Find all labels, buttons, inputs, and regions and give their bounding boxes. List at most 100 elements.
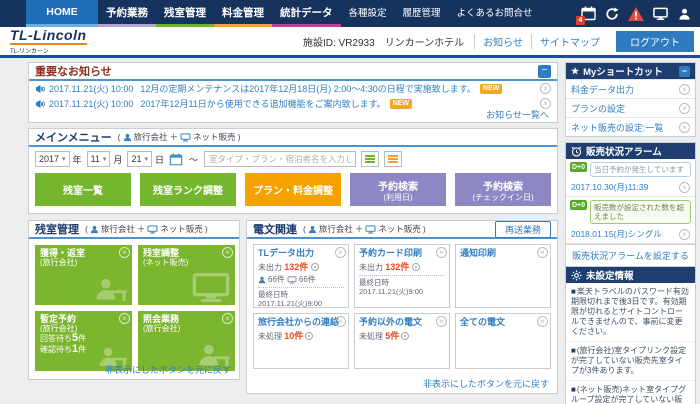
hide-toggle-icon[interactable]: ×: [436, 316, 447, 327]
hide-toggle-icon[interactable]: ×: [537, 247, 548, 258]
card-title-link[interactable]: 予約以外の電文: [359, 317, 445, 328]
net-monitor-icon: [180, 133, 191, 142]
app-logo[interactable]: TL-Lincoln TL-リンカーン: [10, 28, 87, 55]
hide-toggle-icon[interactable]: ×: [679, 84, 690, 95]
hide-toggle-icon[interactable]: ×: [335, 247, 346, 258]
warning-icon[interactable]: [628, 6, 644, 22]
agency-person-icon: [90, 225, 99, 234]
notice-link-text[interactable]: 12月の定期メンテナンスは2017年12月18日(月) 2:00～4:30の日程…: [140, 82, 476, 95]
user-icon[interactable]: [676, 6, 692, 22]
detail-list-icon: [388, 155, 398, 163]
restore-hidden-buttons-link[interactable]: 非表示にしたボタンを元に戻す: [423, 377, 549, 390]
hide-toggle-icon[interactable]: ×: [222, 313, 233, 324]
reservation-search-usage-button[interactable]: 予約検索(利用日): [350, 173, 446, 206]
hide-toggle-icon[interactable]: ×: [436, 247, 447, 258]
gear-icon[interactable]: [412, 263, 420, 271]
collapse-button[interactable]: −: [538, 65, 551, 78]
nav-item-faq[interactable]: よくあるお問合せ: [449, 0, 541, 27]
nav-item-history[interactable]: 履歴管理: [395, 0, 449, 27]
card-title-link[interactable]: 予約カード印刷: [359, 248, 445, 259]
day-select[interactable]: 21▾: [127, 151, 152, 167]
hide-toggle-icon[interactable]: ×: [119, 247, 130, 258]
monitor-icon[interactable]: [652, 6, 668, 22]
gear-icon[interactable]: [401, 332, 409, 340]
unset-info-item: ■(旅行会社)室タイプリンク設定が完了していない販売先室タイプが3件あります。: [566, 341, 695, 380]
alarm-setup-link[interactable]: 販売状況アラームを設定する: [566, 245, 695, 266]
hide-toggle-icon[interactable]: ×: [119, 313, 130, 324]
logo-bar: TL-Lincoln TL-リンカーン 施設ID: VR2933 リンカーンホテ…: [0, 27, 700, 58]
day-label: 日: [155, 153, 164, 166]
chevron-down-icon: ▾: [144, 155, 148, 163]
room-stock-list-button[interactable]: 残室一覧: [35, 173, 131, 206]
hide-toggle-icon[interactable]: ×: [335, 316, 346, 327]
date-range-separator: ～: [189, 153, 198, 166]
year-select[interactable]: 2017▾: [35, 151, 70, 167]
room-mgmt-header: 残室管理 ( 旅行会社＋ ネット販売 ): [29, 221, 239, 239]
search-input[interactable]: [204, 151, 356, 167]
calendar-icon[interactable]: 4: [580, 6, 596, 22]
alarm-title: 販売状況アラーム: [586, 144, 662, 158]
room-mgmt-panel: 残室管理 ( 旅行会社＋ ネット販売 ) 獲得・返室 (旅行会社) × 残室調整…: [28, 220, 240, 380]
person-desk-icon: [90, 277, 128, 303]
nav-item-settings[interactable]: 各種設定: [341, 0, 395, 27]
refresh-icon[interactable]: [604, 6, 620, 22]
calendar-picker-icon[interactable]: [169, 153, 183, 166]
hide-toggle-icon[interactable]: ×: [679, 103, 690, 114]
alarm-message: 当日予約が発生しています: [590, 162, 691, 177]
notice-row: 2017.11.21(火) 10:00 2017年12月11日から使用できる追加…: [29, 96, 557, 111]
logo-subtext: TL-リンカーン: [10, 46, 87, 55]
plan-rate-adjust-button[interactable]: プラン・料金調整: [245, 173, 341, 206]
hide-toggle-icon[interactable]: ×: [540, 83, 551, 94]
resend-button[interactable]: 再送業務: [495, 221, 551, 238]
calendar-badge: 4: [576, 16, 585, 25]
card-reservation-card-print: 予約カード印刷 未出力 132件 最終日時 2017.11.21(火)9:00 …: [354, 244, 450, 308]
gear-icon[interactable]: [305, 332, 313, 340]
alarm-date-link[interactable]: 2017.10.30(月)11:39 ×: [566, 179, 695, 197]
alarm-setup-box: 販売状況アラームを設定する: [565, 244, 696, 267]
nav-item-rate-mgmt[interactable]: 料金管理: [214, 0, 272, 27]
list-view-button[interactable]: [361, 151, 379, 167]
nav-item-room-mgmt[interactable]: 残室管理: [156, 0, 214, 27]
scope-label: ( 旅行会社＋ ネット販売 ): [303, 223, 426, 235]
main-menu-title: メインメニュー: [35, 129, 112, 145]
card-title-link[interactable]: 全ての電文: [460, 317, 546, 328]
hide-toggle-icon[interactable]: ×: [679, 229, 690, 240]
card-title-link[interactable]: TLデータ出力: [258, 248, 344, 259]
restore-hidden-buttons-link[interactable]: 非表示にしたボタンを元に戻す: [105, 363, 231, 376]
hide-toggle-icon[interactable]: ×: [679, 182, 690, 193]
alarm-date-link[interactable]: 2018.01.15(月)シングル ×: [566, 226, 695, 244]
net-monitor-icon: [287, 276, 297, 284]
unset-info-title: 未設定情報: [586, 268, 634, 282]
nav-item-reservation[interactable]: 予約業務: [98, 0, 156, 27]
notice-link-text[interactable]: 2017年12月11日から使用できる追加機能をご案内致します。: [140, 97, 385, 110]
gear-icon[interactable]: [311, 263, 319, 271]
hide-toggle-icon[interactable]: ×: [679, 122, 690, 133]
hide-toggle-icon[interactable]: ×: [537, 316, 548, 327]
notice-link[interactable]: お知らせ: [474, 34, 531, 49]
shortcut-net-sales-settings[interactable]: ネット販売の設定:一覧 ×: [566, 117, 695, 136]
shortcuts-header: ★ Myショートカット −: [566, 63, 695, 79]
card-title-link[interactable]: 旅行会社からの連絡: [258, 317, 344, 328]
room-rank-adjust-button[interactable]: 残室ランク調整: [140, 173, 236, 206]
tile-acquire-return[interactable]: 獲得・返室 (旅行会社) ×: [35, 245, 132, 305]
collapse-button[interactable]: −: [679, 66, 690, 77]
card-title-link[interactable]: 通知印刷: [460, 248, 546, 259]
reservation-search-checkin-button[interactable]: 予約検索(チェックイン日): [455, 173, 551, 206]
month-select[interactable]: 11▾: [87, 151, 111, 167]
nav-item-home[interactable]: HOME: [26, 0, 98, 27]
notices-list-link[interactable]: お知らせ一覧へ: [486, 108, 549, 121]
sitemap-link[interactable]: サイトマップ: [531, 34, 608, 49]
detail-view-button[interactable]: [384, 151, 402, 167]
logout-button[interactable]: ログアウト: [616, 31, 694, 52]
tile-inquiry[interactable]: 照会業務 (旅行会社) ×: [138, 311, 235, 371]
unset-info-item: ■(ネット販売)ネット室タイプグループ設定が完了していない販売室タイプが4件あり…: [566, 380, 695, 404]
hide-toggle-icon[interactable]: ×: [222, 247, 233, 258]
bullet-icon: ■: [571, 346, 576, 355]
tile-provisional-booking[interactable]: 暫定予約 (旅行会社) 回答待ち5件 確認待ち1件 ×: [35, 311, 132, 371]
shortcut-plan-settings[interactable]: プランの設定 ×: [566, 98, 695, 117]
nav-item-statistics[interactable]: 統計データ: [272, 0, 341, 27]
tile-room-adjust[interactable]: 残室調整 (ネット販売) ×: [138, 245, 235, 305]
bullet-icon: ■: [571, 287, 576, 296]
star-icon: ★: [571, 66, 579, 77]
shortcut-rate-data-output[interactable]: 料金データ出力 ×: [566, 79, 695, 98]
